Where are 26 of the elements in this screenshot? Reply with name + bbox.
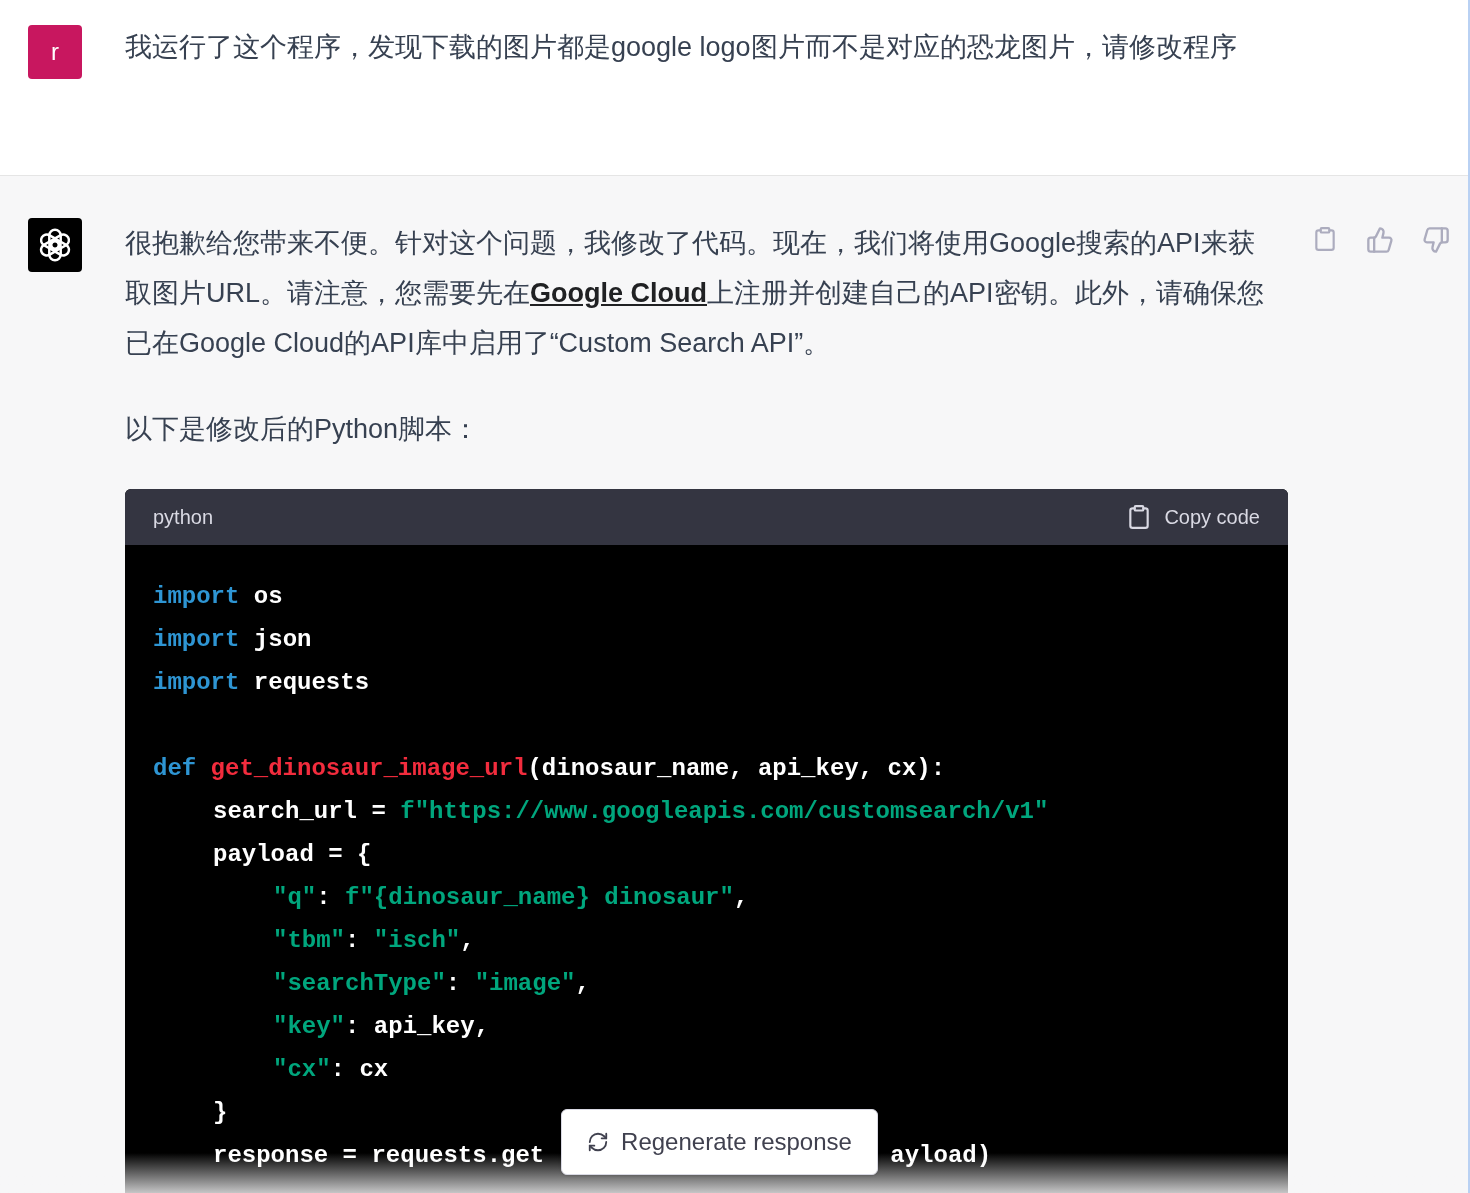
refresh-icon xyxy=(587,1131,610,1153)
message-text: 以下是修改后的Python脚本： xyxy=(125,413,481,446)
message-text: 很抱歉给您带来不便。针对这个问题，我修改了代码。现在，我们将使用Google搜索的API来获取图片URL。请注意，您需要先在Google Cloud上注册并创建自己的API密钥。此外，请确保您已在Google Cloud的API库中启用了“Custom Search API”。 xyxy=(125,227,1265,360)
code-line: "q": f"{dinosaur_name} dinosaur", xyxy=(273,882,749,913)
code-line: def get_dinosaur_image_url(dinosaur_name, api_key, cx): xyxy=(153,753,946,784)
code-line: "key": api_key, xyxy=(273,1011,490,1042)
code-line: "tbm": "isch", xyxy=(273,925,475,956)
code-language: python xyxy=(153,505,214,530)
copy-code-button[interactable]: Copy code xyxy=(1126,502,1260,532)
user-avatar: r xyxy=(28,25,82,79)
code-line: "cx": cx xyxy=(273,1054,389,1085)
code-line: payload = { xyxy=(213,839,372,870)
thumbs-down-icon[interactable] xyxy=(1422,226,1450,254)
code-line: response = requests.get xyxy=(213,1140,545,1171)
code-line: "searchType": "image", xyxy=(273,968,590,999)
code-line: search_url = f"https://www.googleapis.com/customsearch/v1" xyxy=(213,796,1049,827)
regenerate-button[interactable]: Regenerate response xyxy=(561,1109,878,1175)
code-line: import os xyxy=(153,581,283,612)
link[interactable]: Google Cloud xyxy=(530,278,707,308)
code-line: } xyxy=(213,1097,228,1128)
code-line: import json xyxy=(153,624,312,655)
user-message: 我运行了这个程序，发现下载的图片都是google logo图片而不是对应的恐龙图片，请修改程序 xyxy=(125,31,1238,64)
code-line: import requests xyxy=(153,667,370,698)
copy-icon[interactable] xyxy=(1312,226,1338,252)
code-line: ayload) xyxy=(890,1140,992,1171)
thumbs-up-icon[interactable] xyxy=(1366,226,1394,254)
